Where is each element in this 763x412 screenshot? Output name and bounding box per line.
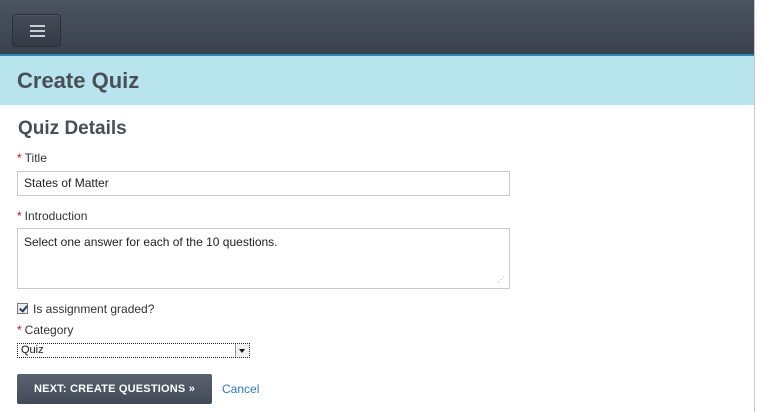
required-marker: * xyxy=(17,151,22,165)
cancel-link[interactable]: Cancel xyxy=(222,382,259,396)
menu-toggle-button[interactable] xyxy=(12,14,61,47)
page: Create Quiz Quiz Details * Title States o… xyxy=(0,0,755,412)
category-selected-value: Quiz xyxy=(21,344,44,356)
required-marker: * xyxy=(17,209,22,223)
category-label-text: Category xyxy=(24,323,74,337)
graded-checkbox-label: Is assignment graded? xyxy=(33,302,155,316)
title-input[interactable]: States of Matter xyxy=(17,171,510,196)
page-title: Create Quiz xyxy=(17,68,140,93)
next-create-questions-button[interactable]: NEXT: CREATE QUESTIONS » xyxy=(17,374,212,404)
introduction-text: Select one answer for each of the 10 que… xyxy=(24,235,278,249)
introduction-label: * Introduction xyxy=(17,209,87,223)
title-label: * Title xyxy=(17,151,47,165)
category-label: * Category xyxy=(17,323,73,337)
category-select[interactable]: Quiz xyxy=(17,343,250,358)
right-gutter xyxy=(755,0,763,412)
hamburger-menu-icon xyxy=(30,25,45,37)
section-title: Quiz Details xyxy=(18,118,127,139)
page-header: Create Quiz xyxy=(0,56,754,105)
required-marker: * xyxy=(17,323,22,337)
graded-checkbox-row[interactable]: Is assignment graded? xyxy=(17,302,154,316)
introduction-textarea[interactable]: Select one answer for each of the 10 que… xyxy=(17,228,510,289)
title-label-text: Title xyxy=(24,151,47,165)
top-navigation-bar xyxy=(0,0,754,56)
dropdown-arrow-icon[interactable] xyxy=(235,344,249,357)
resize-grip-icon[interactable]: ⋰ xyxy=(497,276,505,284)
introduction-label-text: Introduction xyxy=(24,209,88,223)
graded-checkbox[interactable] xyxy=(17,303,28,314)
